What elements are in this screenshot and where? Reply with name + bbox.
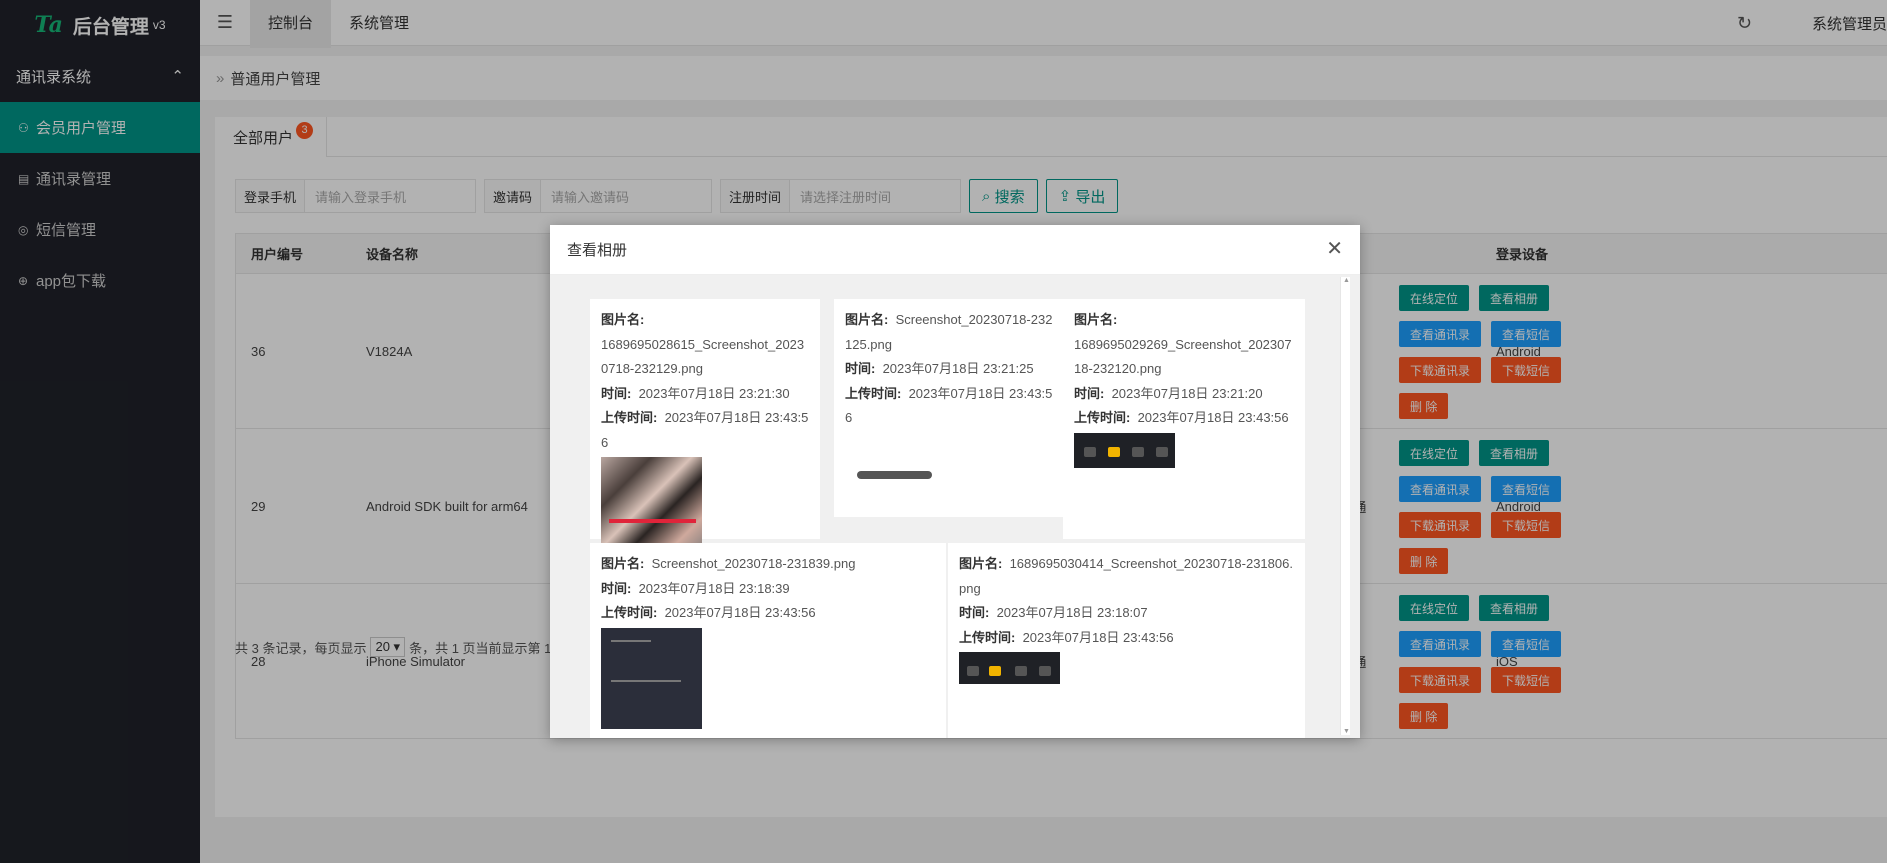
upload-label: 上传时间: — [845, 385, 902, 401]
photo-card: 图片名: 1689695028615_Screenshot_20230718-2… — [590, 299, 820, 558]
name-label: 图片名: — [1074, 312, 1118, 327]
photo-upload-time: 2023年07月18日 23:43:56 — [664, 605, 816, 620]
album-modal: 查看相册 ✕ 图片名: 1689695028615_Screenshot_202… — [550, 225, 1360, 738]
modal-scrollbar[interactable]: ▲ ▼ — [1340, 277, 1350, 735]
close-icon[interactable]: ✕ — [1326, 239, 1343, 259]
photo-upload-time: 2023年07月18日 23:43:56 — [1137, 410, 1289, 425]
scroll-up-icon[interactable]: ▲ — [1343, 277, 1350, 284]
photo-time: 2023年07月18日 23:21:30 — [638, 385, 790, 401]
name-label: 图片名: — [959, 556, 1003, 571]
photo-card: 图片名: Screenshot_20230718-231839.png 时间: … — [590, 543, 946, 738]
photo-thumbnail[interactable] — [959, 652, 1060, 684]
photo-card: 图片名: 1689695030414_Screenshot_20230718-2… — [948, 543, 1305, 738]
scroll-down-icon[interactable]: ▼ — [1343, 728, 1350, 735]
upload-label: 上传时间: — [601, 605, 658, 620]
photo-name: 1689695029269_Screenshot_20230718-232120… — [1074, 336, 1292, 377]
photo-card: 图片名: 1689695029269_Screenshot_20230718-2… — [1063, 299, 1305, 539]
time-label: 时间: — [601, 385, 632, 401]
photo-time: 2023年07月18日 23:18:39 — [638, 580, 790, 596]
photo-name: 1689695030414_Screenshot_20230718-231806… — [959, 556, 1293, 596]
modal-title: 查看相册 — [567, 242, 628, 259]
upload-label: 上传时间: — [959, 629, 1016, 645]
time-label: 时间: — [1074, 385, 1105, 401]
photo-time: 2023年07月18日 23:21:20 — [1111, 385, 1263, 401]
photo-time: 2023年07月18日 23:18:07 — [996, 605, 1148, 620]
modal-body: 图片名: 1689695028615_Screenshot_20230718-2… — [550, 275, 1360, 738]
modal-header: 查看相册 ✕ — [550, 225, 1360, 275]
upload-label: 上传时间: — [601, 410, 658, 425]
photo-name: 1689695028615_Screenshot_20230718-232129… — [601, 336, 805, 377]
time-label: 时间: — [845, 361, 876, 376]
photo-name: Screenshot_20230718-231839.png — [651, 556, 856, 571]
name-label: 图片名: — [601, 312, 645, 327]
name-label: 图片名: — [845, 312, 889, 327]
upload-label: 上传时间: — [1074, 410, 1131, 425]
photo-thumbnail[interactable] — [1074, 432, 1175, 468]
photo-card: 图片名: Screenshot_20230718-232125.png 时间: … — [834, 299, 1064, 517]
photo-thumbnail[interactable] — [601, 627, 702, 729]
photo-upload-time: 2023年07月18日 23:43:56 — [1022, 629, 1174, 645]
photo-time: 2023年07月18日 23:21:25 — [882, 361, 1034, 376]
name-label: 图片名: — [601, 556, 645, 571]
photo-thumbnail[interactable] — [857, 470, 932, 479]
time-label: 时间: — [959, 605, 990, 620]
time-label: 时间: — [601, 580, 632, 596]
